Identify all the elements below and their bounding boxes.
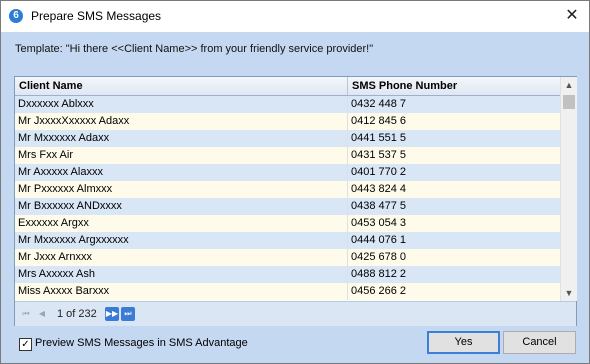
app-icon: 6	[9, 9, 23, 23]
preview-checkbox[interactable]: ✓	[19, 338, 32, 351]
sms-phone-cell: 0441 551 5	[351, 132, 407, 144]
dialog-body: Template: "Hi there <<Client Name>> from…	[1, 32, 589, 363]
title-bar: 6 Prepare SMS Messages ✕	[1, 1, 589, 31]
table-row[interactable]: Mrs Fxx Air 0431 537 5	[15, 147, 560, 164]
table-row[interactable]: Mr JxxxxXxxxxx Adaxx 0412 845 6	[15, 113, 560, 130]
pager-bar: ⏮ ◀ 1 of 232 ▶▶ ⏭	[15, 301, 576, 326]
client-name-cell: Miss Axxxx Barxxx	[15, 283, 348, 300]
sms-phone-cell: 0443 824 4	[351, 183, 407, 195]
grid-header: Client Name SMS Phone Number	[15, 77, 560, 96]
vertical-scrollbar[interactable]: ▲ ▼	[560, 77, 577, 301]
client-name-cell: Dxxxxxx Ablxxx	[15, 96, 348, 113]
client-name-cell: Mrs Fxx Air	[15, 147, 348, 164]
client-name-cell: Mr Mxxxxxx Argxxxxxx	[15, 232, 348, 249]
table-row[interactable]: Dxxxxxx Ablxxx 0432 448 7	[15, 96, 560, 113]
sms-phone-cell: 0425 678 0	[351, 251, 407, 263]
table-row[interactable]: Exxxxxx Argxx 0453 054 3	[15, 215, 560, 232]
table-row[interactable]: Mr Bxxxxxx ANDxxxx 0438 477 5	[15, 198, 560, 215]
grid-rows: Dxxxxxx Ablxxx 0432 448 7 Mr JxxxxXxxxxx A…	[15, 96, 560, 301]
next-page-icon[interactable]: ▶▶	[105, 307, 119, 321]
scroll-thumb[interactable]	[563, 95, 575, 109]
last-page-icon[interactable]: ⏭	[121, 307, 135, 321]
client-name-cell: Exxxxxx Argxx	[15, 215, 348, 232]
yes-button[interactable]: Yes	[427, 331, 500, 354]
sms-phone-cell: 0412 845 6	[351, 115, 407, 127]
table-row[interactable]: Mr Axxxxx Alaxxx 0401 770 2	[15, 164, 560, 181]
table-row[interactable]: Mrs Axxxxx Ash 0488 812 2	[15, 266, 560, 283]
table-row[interactable]: Mr Mxxxxxx Adaxx 0441 551 5	[15, 130, 560, 147]
preview-label: Preview SMS Messages in SMS Advantage	[35, 337, 248, 349]
client-name-cell: Mrs Axxxxx Ash	[15, 266, 348, 283]
client-name-cell: Mr Jxxx Arnxxx	[15, 249, 348, 266]
table-row[interactable]: Miss Axxxx Barxxx 0456 266 2	[15, 283, 560, 300]
scroll-up-icon[interactable]: ▲	[561, 77, 577, 93]
sms-phone-cell: 0432 448 7	[351, 98, 407, 110]
close-icon[interactable]: ✕	[555, 1, 589, 31]
sms-phone-cell: 0401 770 2	[351, 166, 407, 178]
client-name-cell: Mr Axxxxx Alaxxx	[15, 164, 348, 181]
sms-phone-cell: 0453 054 3	[351, 217, 407, 229]
table-row[interactable]: Mr Mxxxxxx Argxxxxxx 0444 076 1	[15, 232, 560, 249]
clients-grid: Client Name SMS Phone Number Dxxxxxx Abl…	[14, 76, 577, 326]
client-name-cell: Mr Mxxxxxx Adaxx	[15, 130, 348, 147]
client-name-cell: Mr Pxxxxxx Almxxx	[15, 181, 348, 198]
sms-phone-cell: 0431 537 5	[351, 149, 407, 161]
page-info: 1 of 232	[57, 308, 97, 320]
window-title: Prepare SMS Messages	[31, 9, 162, 23]
client-name-cell: Mr JxxxxXxxxxx Adaxx	[15, 113, 348, 130]
sms-phone-cell: 0444 076 1	[351, 234, 407, 246]
scroll-down-icon[interactable]: ▼	[561, 285, 577, 301]
template-text: Template: "Hi there <<Client Name>> from…	[15, 43, 374, 55]
first-page-icon[interactable]: ⏮	[19, 307, 33, 321]
prev-page-icon[interactable]: ◀	[35, 307, 49, 321]
table-row[interactable]: Mr Jxxx Arnxxx 0425 678 0	[15, 249, 560, 266]
table-row[interactable]: Mr Pxxxxxx Almxxx 0443 824 4	[15, 181, 560, 198]
sms-phone-cell: 0488 812 2	[351, 268, 407, 280]
dialog-window: 6 Prepare SMS Messages ✕ Template: "Hi t…	[0, 0, 590, 364]
sms-phone-cell: 0456 266 2	[351, 285, 407, 297]
client-name-cell: Mr Bxxxxxx ANDxxxx	[15, 198, 348, 215]
column-header-client-name[interactable]: Client Name	[15, 77, 348, 95]
cancel-button[interactable]: Cancel	[503, 331, 576, 354]
column-header-sms-phone[interactable]: SMS Phone Number	[348, 77, 560, 95]
sms-phone-cell: 0438 477 5	[351, 200, 407, 212]
